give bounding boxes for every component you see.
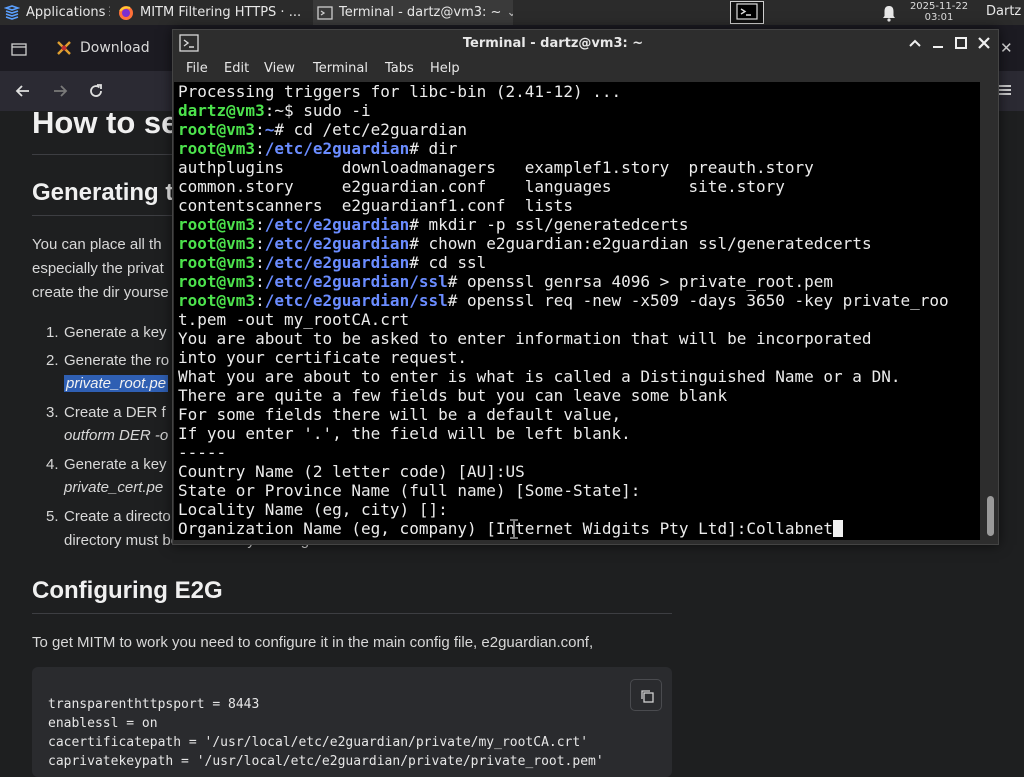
terminal-line: root@vm3:/etc/e2guardian# chown e2guardi… bbox=[178, 234, 872, 253]
terminal-input-line: Organization Name (eg, company) [Interne… bbox=[178, 519, 834, 538]
text-cursor bbox=[833, 520, 844, 537]
applications-label: Applications bbox=[26, 5, 106, 20]
terminal-line: authplugins downloadmanagers examplef1.s… bbox=[178, 158, 814, 177]
terminal-icon bbox=[736, 3, 758, 20]
workspace-switcher[interactable] bbox=[730, 1, 764, 24]
terminal-line: into your certificate request. bbox=[178, 348, 467, 367]
terminal-line: root@vm3:~# cd /etc/e2guardian bbox=[178, 120, 467, 139]
terminal-scrollbar[interactable] bbox=[983, 82, 998, 540]
list-item: 2. Generate the ro bbox=[46, 352, 170, 369]
terminal-line: What you are about to enter is what is c… bbox=[178, 367, 901, 386]
taskbar-item-label: Terminal - dartz@vm3: ~ bbox=[339, 5, 502, 20]
chevron-up-icon[interactable] bbox=[907, 35, 923, 51]
list-item-code: private_root.pe bbox=[64, 375, 169, 392]
terminal-line: root@vm3:/etc/e2guardian# mkdir -p ssl/g… bbox=[178, 215, 689, 234]
page-heading: How to se bbox=[32, 105, 179, 140]
list-item: 1. Generate a key bbox=[46, 324, 167, 341]
code-block: transparenthttpsport = 8443 enablessl = … bbox=[32, 667, 672, 777]
reload-icon[interactable] bbox=[87, 82, 105, 100]
tab-label: Download bbox=[80, 40, 150, 56]
terminal-line: root@vm3:/etc/e2guardian# cd ssl bbox=[178, 253, 487, 272]
clock-time: 03:01 bbox=[924, 12, 954, 23]
close-icon[interactable]: ✕ bbox=[1000, 39, 1013, 57]
code-line: cacertificatepath = '/usr/local/etc/e2gu… bbox=[48, 735, 589, 750]
taskbar-item-terminal[interactable]: Terminal - dartz@vm3: ~ ⌄ bbox=[313, 0, 513, 25]
clock-date: 2025-11-22 bbox=[909, 1, 969, 12]
taskbar-item-firefox[interactable]: MITM Filtering HTTPS · ... bbox=[114, 0, 309, 25]
scrollbar-thumb[interactable] bbox=[987, 496, 994, 536]
code-line: caprivatekeypath = '/usr/local/etc/e2gua… bbox=[48, 754, 604, 769]
terminal-icon bbox=[317, 5, 333, 20]
back-arrow-icon[interactable] bbox=[14, 82, 32, 100]
menu-tabs[interactable]: Tabs bbox=[385, 61, 414, 76]
terminal-line: common.story e2guardian.conf languages s… bbox=[178, 177, 785, 196]
menu-grip-icon: ☰ bbox=[108, 5, 110, 20]
user-menu[interactable]: Dartz bbox=[986, 4, 1021, 19]
terminal-line: Organization Name (eg, company) [Interne… bbox=[178, 519, 949, 538]
list-item-code: outform DER -o bbox=[64, 427, 169, 444]
terminal-line: State or Province Name (full name) [Some… bbox=[178, 481, 641, 500]
terminal-titlebar[interactable]: Terminal - dartz@vm3: ~ bbox=[173, 30, 998, 57]
tab-list-icon[interactable] bbox=[10, 40, 28, 58]
menu-terminal[interactable]: Terminal bbox=[313, 61, 368, 76]
list-item: 5. Create a directo bbox=[46, 508, 171, 525]
terminal-line: Locality Name (eg, city) []: bbox=[178, 500, 448, 519]
section-heading-generating: Generating t bbox=[32, 179, 174, 206]
tab-download[interactable]: Download bbox=[50, 30, 175, 66]
section-heading-configuring: Configuring E2G bbox=[32, 577, 223, 604]
terminal-line: root@vm3:/etc/e2guardian# dir bbox=[178, 139, 458, 158]
forward-arrow-icon[interactable] bbox=[51, 82, 69, 100]
applications-menu-button[interactable]: Applications ☰ bbox=[0, 0, 110, 25]
copy-icon bbox=[641, 690, 654, 703]
menu-view[interactable]: View bbox=[264, 61, 295, 76]
close-icon[interactable] bbox=[976, 35, 992, 51]
top-panel: Applications ☰ MITM Filtering HTTPS · ..… bbox=[0, 0, 1024, 25]
code-line: transparenthttpsport = 8443 bbox=[48, 697, 260, 712]
terminal-window: Terminal - dartz@vm3: ~ File Edit View T… bbox=[172, 29, 999, 545]
list-item: 3. Create a DER f bbox=[46, 404, 166, 421]
minimize-icon[interactable] bbox=[930, 35, 946, 51]
notification-bell-icon[interactable] bbox=[880, 4, 898, 22]
code-line: enablessl = on bbox=[48, 716, 158, 731]
menu-help[interactable]: Help bbox=[430, 61, 460, 76]
applications-icon bbox=[4, 4, 20, 20]
terminal-line: root@vm3:/etc/e2guardian/ssl# openssl re… bbox=[178, 291, 949, 310]
window-title: Terminal - dartz@vm3: ~ bbox=[462, 36, 644, 51]
list-item-code: private_cert.pe bbox=[64, 479, 164, 496]
terminal-line: You are about to be asked to enter infor… bbox=[178, 329, 872, 348]
maximize-icon[interactable] bbox=[953, 35, 969, 51]
terminal-line: If you enter '.', the field will be left… bbox=[178, 424, 631, 443]
terminal-line: ----- bbox=[178, 443, 227, 462]
intro-line: create the dir yourse bbox=[32, 284, 169, 301]
menu-file[interactable]: File bbox=[186, 61, 208, 76]
terminal-line: dartz@vm3:~$ sudo -i bbox=[178, 101, 949, 120]
intro-line: You can place all th bbox=[32, 236, 162, 253]
terminal-line: For some fields there will be a default … bbox=[178, 405, 622, 424]
heading-divider bbox=[32, 613, 672, 614]
terminal-line: Processing triggers for libc-bin (2.41-1… bbox=[178, 82, 622, 101]
ibeam-cursor-icon bbox=[510, 519, 518, 539]
terminal-line: root@vm3:/etc/e2guardian/ssl# openssl ge… bbox=[178, 272, 834, 291]
text-selection: private_root.pe bbox=[64, 375, 169, 392]
list-item: 4. Generate a key bbox=[46, 456, 167, 473]
prompt-user: dartz@vm3 bbox=[178, 101, 265, 120]
terminal-output[interactable]: Processing triggers for libc-bin (2.41-1… bbox=[174, 82, 980, 540]
download-page-icon bbox=[57, 41, 71, 55]
taskbar-item-label: MITM Filtering HTTPS · ... bbox=[140, 5, 302, 20]
terminal-line: contentscanners e2guardianf1.conf lists bbox=[178, 196, 573, 215]
prompt-command: :~$ sudo -i bbox=[264, 101, 371, 120]
copy-code-button[interactable] bbox=[630, 679, 662, 711]
terminal-line: t.pem -out my_rootCA.crt bbox=[178, 310, 410, 329]
firefox-icon bbox=[119, 5, 133, 20]
terminal-text: Processing triggers for libc-bin (2.41-1… bbox=[178, 82, 949, 538]
chevron-down-icon: ⌄ bbox=[506, 5, 513, 20]
clock[interactable]: 2025-11-22 03:01 bbox=[906, 1, 972, 23]
terminal-line: There are quite a few fields but you can… bbox=[178, 386, 728, 405]
menu-edit[interactable]: Edit bbox=[224, 61, 249, 76]
config-intro: To get MITM to work you need to configur… bbox=[32, 634, 594, 651]
intro-line: especially the privat bbox=[32, 260, 164, 277]
terminal-menubar: File Edit View Terminal Tabs Help bbox=[173, 57, 998, 82]
terminal-line: Country Name (2 letter code) [AU]:US bbox=[178, 462, 525, 481]
